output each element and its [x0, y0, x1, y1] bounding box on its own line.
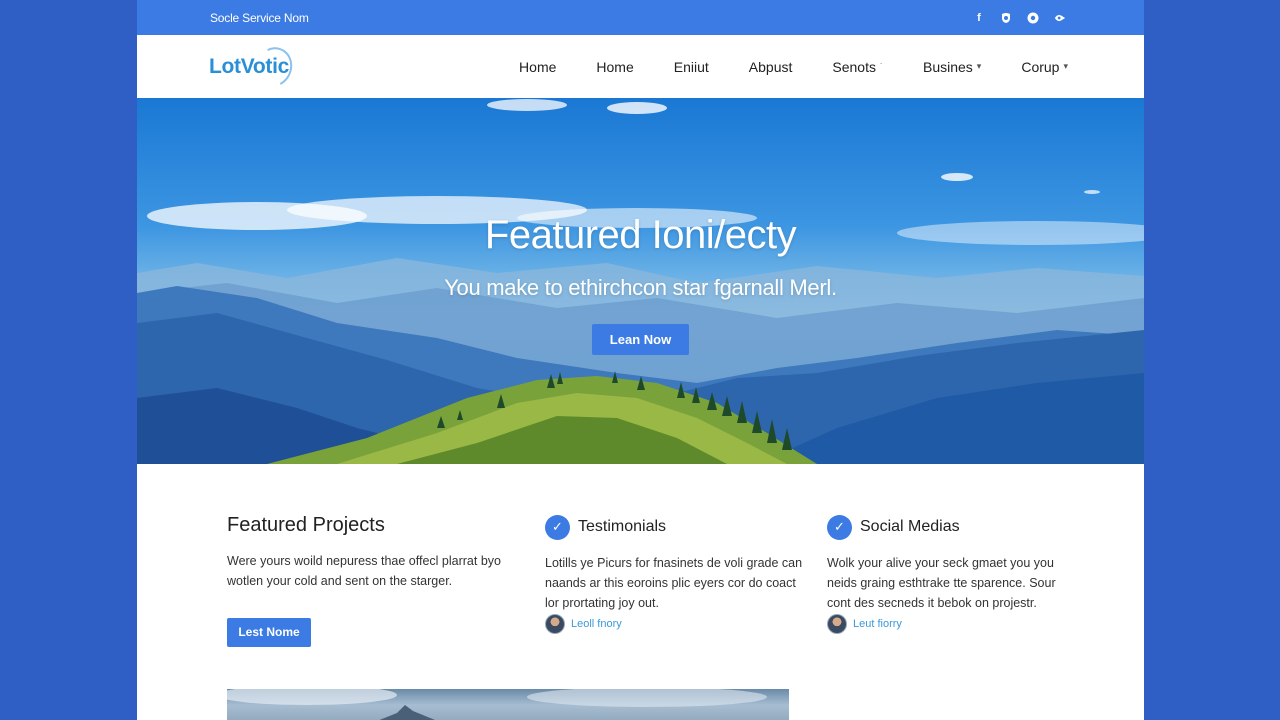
nav-item-busines[interactable]: Busines ▾ [923, 59, 981, 75]
social-medias-author[interactable]: Leut fiorry [827, 614, 1077, 634]
nav-item-abpust[interactable]: Abpust [749, 59, 793, 75]
testimonials-author[interactable]: Leoll fnory [545, 614, 805, 634]
nav-item-home-2[interactable]: Home [596, 59, 633, 75]
page: Socle Service Nom f LotVotic Home Home E… [137, 0, 1144, 720]
nav-item-label: Home [596, 58, 634, 75]
chevron-down-icon: ▾ [1063, 61, 1068, 71]
nav-item-home[interactable]: Home [519, 59, 556, 75]
testimonials-heading: ✓ Testimonials [545, 514, 805, 540]
circle-icon[interactable] [1027, 12, 1039, 24]
avatar [827, 614, 847, 634]
hero-learn-now-button[interactable]: Lean Now [592, 324, 689, 355]
hero-content: Featured Ioni/ecty You make to ethirchco… [137, 213, 1144, 355]
bottom-landscape-image [227, 689, 789, 720]
featured-projects-button[interactable]: Lest Nome [227, 618, 311, 647]
chevron-down-icon: ▾ [976, 61, 982, 71]
nav-menu: Home Home Eniiut Abpust Senots ˙ Busines ▾… [519, 59, 1068, 75]
features-section: Featured Projects Were yours woild nepur… [137, 464, 1144, 720]
nav-item-label: Senots [832, 58, 876, 75]
facebook-icon[interactable]: f [973, 12, 985, 24]
social-medias-card: ✓ Social Medias Wolk your alive your sec… [827, 514, 1077, 634]
featured-projects-card: Featured Projects Were yours woild nepur… [227, 514, 517, 647]
check-icon: ✓ [827, 514, 852, 540]
hero-title: Featured Ioni/ecty [484, 213, 797, 257]
check-icon: ✓ [545, 514, 570, 540]
top-bar: Socle Service Nom f [137, 0, 1144, 35]
hero-banner: Featured Ioni/ecty You make to ethirchco… [137, 98, 1144, 464]
featured-projects-text: Were yours woild nepuress thae offecl pl… [227, 554, 501, 588]
nav-item-label: Home [519, 58, 557, 75]
logo-swoosh-icon [250, 41, 298, 92]
nav-item-label: Busines [922, 58, 973, 75]
nav-item-eniiut[interactable]: Eniiut [674, 59, 709, 75]
social-medias-author-name: Leut fiorry [853, 618, 902, 630]
shield-icon[interactable] [1000, 12, 1012, 24]
featured-projects-title: Featured Projects [227, 514, 385, 536]
nav-item-label: Abpust [748, 58, 793, 75]
testimonials-card: ✓ Testimonials Lotills ye Picurs for fna… [545, 514, 805, 634]
logo[interactable]: LotVotic [209, 41, 298, 92]
nav-item-label: Corup [1021, 58, 1060, 75]
avatar [545, 614, 565, 634]
nav-item-corup[interactable]: Corup ▾ [1021, 59, 1068, 75]
hero-subtitle: You make to ethirchcon star fgarnall Mer… [444, 275, 837, 300]
nav-item-senots[interactable]: Senots ˙ [832, 59, 883, 75]
social-links: f [973, 12, 1066, 24]
chevron-down-icon: ˙ [879, 61, 883, 72]
social-medias-title: Social Medias [860, 518, 960, 535]
share-icon[interactable] [1054, 12, 1066, 24]
social-medias-text: Wolk your alive your seck gmaet you you … [827, 556, 1056, 610]
testimonials-author-name: Leoll fnory [571, 618, 622, 630]
top-bar-tagline: Socle Service Nom [210, 10, 309, 25]
social-medias-heading: ✓ Social Medias [827, 514, 1077, 540]
main-nav: LotVotic Home Home Eniiut Abpust Senots ˙… [137, 35, 1144, 98]
testimonials-text: Lotills ye Picurs for fnasinets de voli … [545, 556, 803, 610]
testimonials-title: Testimonials [578, 518, 667, 535]
nav-item-label: Eniiut [673, 58, 709, 75]
